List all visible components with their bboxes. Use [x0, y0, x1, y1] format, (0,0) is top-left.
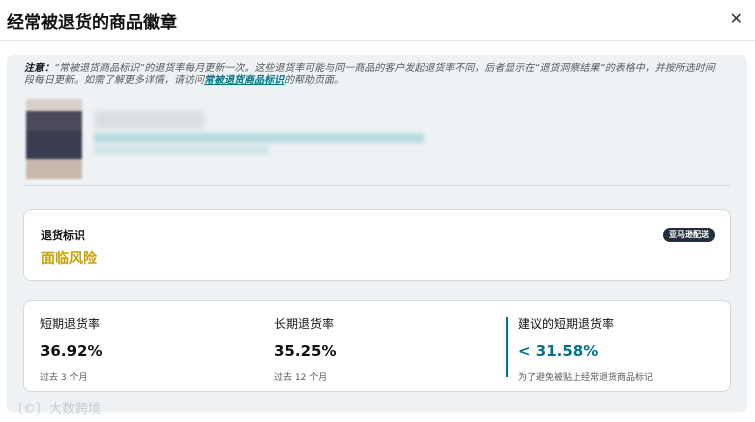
notice-text-part1: “常被退货商品标识”的退货率每月更新一次。这些退货率可能与同一商品的客户发起退货…	[24, 63, 715, 86]
close-icon[interactable]: ✕	[730, 9, 743, 28]
notice-text: 注意：“常被退货商品标识”的退货率每月更新一次。这些退货率可能与同一商品的客户发…	[24, 63, 724, 87]
product-thumbnail	[26, 99, 82, 179]
fba-badge: 亚马逊配送	[663, 228, 715, 242]
recommendation-divider	[506, 317, 508, 377]
watermark: 〔©〕大数跨境	[10, 402, 102, 417]
recommended-label: 建议的短期退货率	[518, 317, 615, 331]
short-term-label: 短期退货率	[40, 317, 101, 331]
recommended-value: < 31.58%	[518, 342, 599, 360]
notice-text-part2: 的帮助页面。	[284, 75, 344, 86]
product-name-blurred	[94, 111, 204, 129]
dialog-title: 经常被退货的商品徽章	[7, 13, 177, 33]
short-term-period: 过去 3 个月	[40, 373, 88, 383]
return-rate-card: 短期退货率 36.92% 过去 3 个月 长期退货率 35.25% 过去 12 …	[23, 300, 731, 392]
product-link-blurred[interactable]	[94, 133, 424, 143]
content-panel: 注意：“常被退货商品标识”的退货率每月更新一次。这些退货率可能与同一商品的客户发…	[7, 55, 747, 412]
long-term-label: 长期退货率	[274, 317, 335, 331]
return-badge-status: 面临风险	[41, 251, 97, 267]
product-link-blurred-line2[interactable]	[94, 145, 269, 155]
product-row	[24, 95, 730, 186]
notice-prefix: 注意：	[24, 63, 54, 74]
help-link[interactable]: 常被退货商品标识	[204, 75, 284, 86]
recommended-note: 为了避免被贴上经常退货商品标记	[518, 373, 654, 383]
return-badge-card: 退货标识 面临风险 亚马逊配送	[23, 209, 731, 281]
long-term-value: 35.25%	[274, 342, 337, 360]
dialog-header: 经常被退货的商品徽章 ✕	[0, 0, 755, 41]
recommended-metric: 建议的短期退货率 < 31.58% 为了避免被贴上经常退货商品标记	[518, 315, 653, 383]
short-term-metric: 短期退货率 36.92% 过去 3 个月	[40, 315, 102, 383]
long-term-metric: 长期退货率 35.25% 过去 12 个月	[274, 315, 336, 383]
short-term-value: 36.92%	[40, 342, 103, 360]
return-badge-label: 退货标识	[41, 229, 85, 242]
long-term-period: 过去 12 个月	[274, 373, 328, 383]
